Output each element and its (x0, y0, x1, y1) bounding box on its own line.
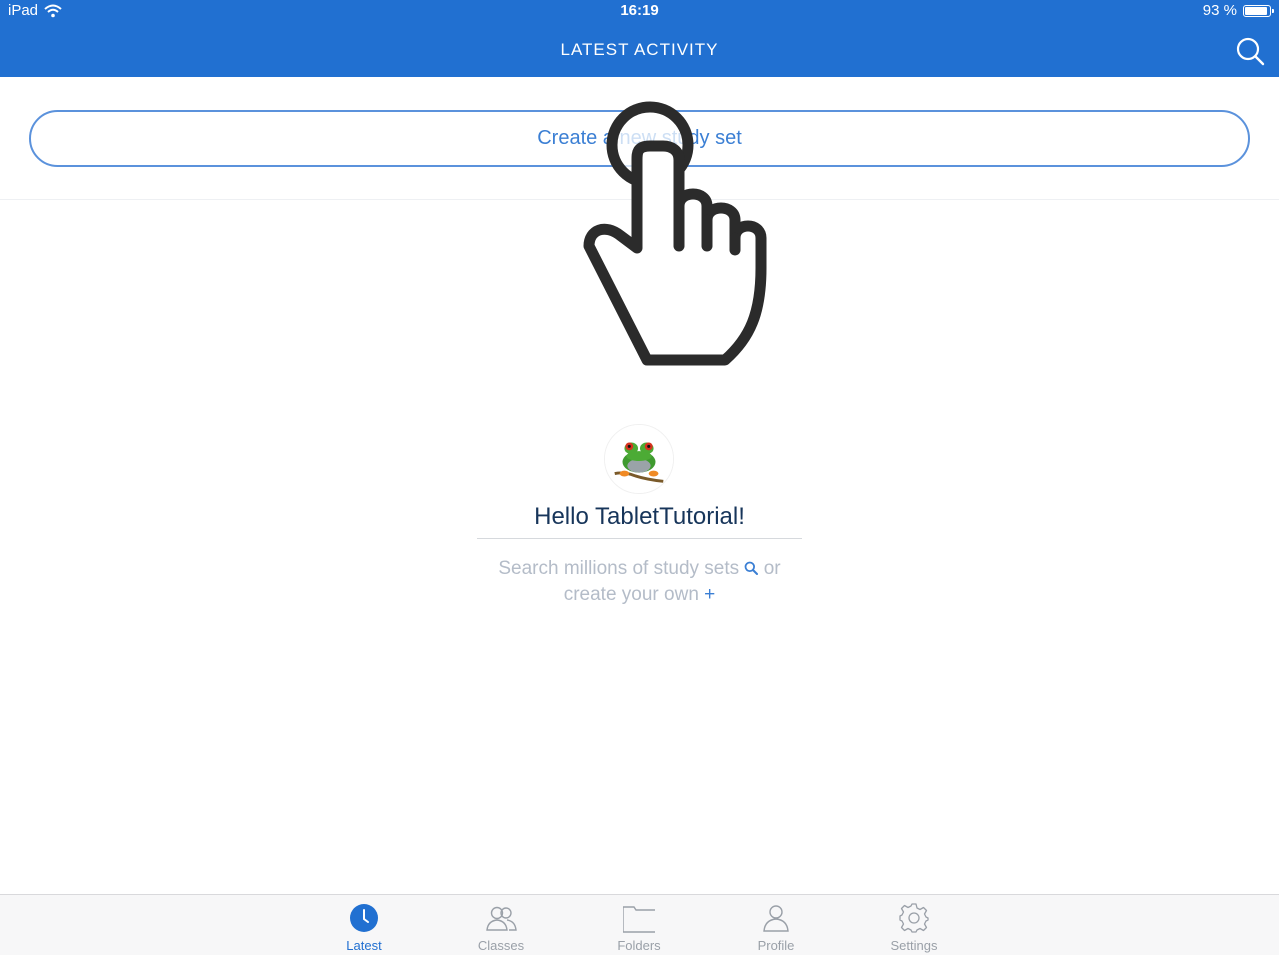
tab-label: Profile (757, 938, 795, 953)
folder-icon (623, 906, 655, 933)
people-icon (486, 906, 517, 931)
page-title: LATEST ACTIVITY (560, 40, 719, 59)
hint-or-text: or (763, 558, 781, 579)
tab-label: Folders (617, 938, 661, 953)
plus-icon[interactable]: + (704, 584, 715, 605)
battery-icon (1243, 4, 1274, 17)
battery-level (1245, 6, 1268, 15)
divider (477, 538, 802, 539)
hint-create-text: create your own (563, 584, 699, 605)
tab-profile[interactable]: Profile (726, 895, 826, 955)
user-avatar-frog-icon (604, 424, 674, 494)
tab-settings[interactable]: Settings (864, 895, 964, 955)
tab-label: Settings (890, 938, 938, 953)
search-icon[interactable] (744, 561, 759, 575)
status-time: 16:19 (620, 2, 659, 19)
create-study-set-button[interactable]: Create a new study set (29, 110, 1250, 167)
battery-percent: 93 % (1202, 2, 1237, 19)
hint-search-text: Search millions of study sets (498, 558, 740, 579)
tab-folders[interactable]: Folders (589, 895, 689, 955)
clock-icon (350, 904, 378, 932)
top-bar: iPad 16:19 93 % LATEST ACTIVITY (0, 0, 1279, 77)
greeting-heading: Hello TabletTutorial! (534, 503, 745, 530)
person-icon (763, 905, 789, 932)
search-icon[interactable] (1235, 36, 1265, 66)
tab-label: Classes (477, 938, 525, 953)
status-right: 93 % (1202, 2, 1274, 19)
tab-classes[interactable]: Classes (451, 895, 551, 955)
tab-label: Latest (346, 938, 382, 953)
tab-latest[interactable]: Latest (314, 895, 414, 955)
gear-icon (899, 903, 929, 933)
tab-bar: Latest Classes Folders Profile Settings (0, 894, 1279, 955)
create-section: Create a new study set (0, 77, 1279, 200)
empty-state-hint: Search millions of study sets or create … (477, 556, 802, 608)
